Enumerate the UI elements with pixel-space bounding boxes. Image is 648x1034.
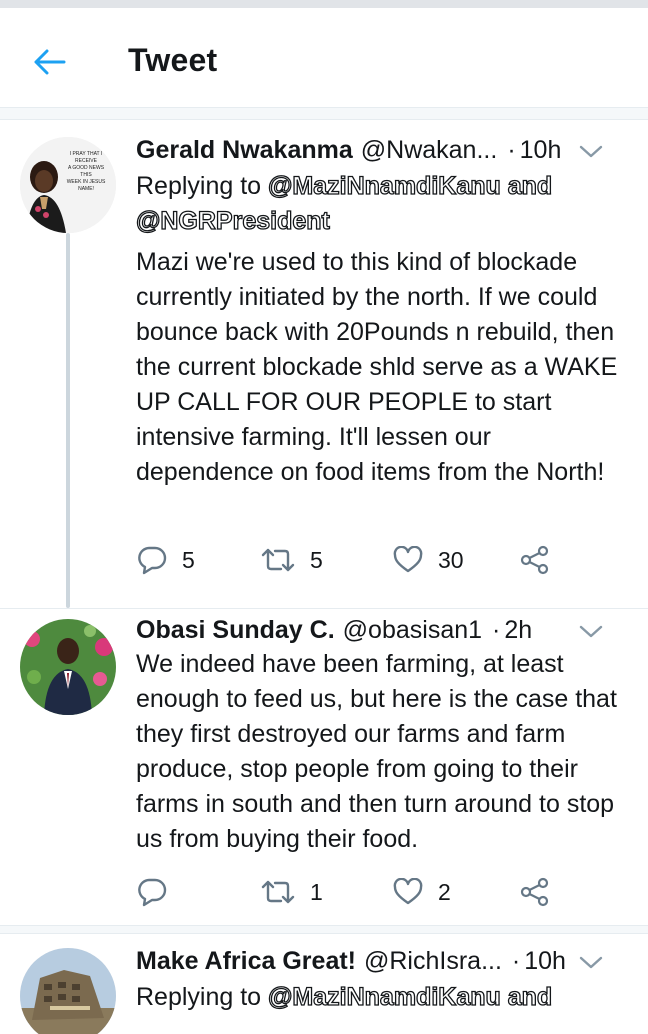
replying-to: Replying to @MaziNnamdiKanu and	[136, 980, 628, 1015]
arrow-left-icon	[34, 49, 66, 75]
mention-link[interactable]: @NGRPresident	[135, 206, 330, 235]
tweet-header: Obasi Sunday C. @obasisan1 · 2h	[136, 615, 628, 645]
avatar-caption-2: RECEIVE	[75, 158, 98, 164]
separator-dot: ·	[511, 947, 521, 975]
tweet-text: We indeed have been farming, at least en…	[136, 650, 617, 853]
avatar-caption-3: A GOOD NEWS	[68, 165, 105, 171]
chevron-down-icon[interactable]	[578, 619, 604, 641]
chevron-down-icon[interactable]	[578, 950, 604, 972]
section-gap	[0, 926, 648, 934]
retweet-icon	[260, 546, 296, 574]
mention-link[interactable]: @MaziNnamdiKanu	[267, 982, 501, 1011]
like-button[interactable]: 2	[392, 875, 451, 909]
reply-icon	[136, 877, 168, 907]
reply-icon	[136, 545, 168, 575]
avatar-caption-5: WEEK IN JESUS	[67, 179, 106, 185]
author-name[interactable]: Gerald Nwakanma	[136, 135, 353, 165]
share-icon	[520, 877, 550, 907]
and-label: and	[507, 982, 553, 1011]
heart-icon	[392, 546, 424, 574]
mention-link[interactable]: @MaziNnamdiKanu	[267, 171, 501, 200]
tweet-text: Mazi we're used to this kind of blockade…	[136, 248, 618, 486]
page-title: Tweet	[128, 42, 218, 78]
author-handle[interactable]: @RichIsra...	[364, 946, 502, 976]
and-label: and	[507, 171, 553, 200]
author-handle[interactable]: @obasisan1	[343, 615, 482, 645]
replying-to: Replying to @MaziNnamdiKanu and @NGRPres…	[135, 169, 628, 239]
tweet-header: Make Africa Great! @RichIsra... · 10h	[136, 946, 628, 976]
tweet-actions: 5 5 30	[136, 543, 586, 577]
avatar-caption-6: NAME!	[78, 186, 94, 192]
heart-icon	[392, 878, 424, 906]
back-button[interactable]	[30, 42, 70, 82]
share-button[interactable]	[520, 543, 550, 577]
avatar-caption-4: THIS	[80, 172, 92, 178]
retweet-button[interactable]: 1	[260, 875, 323, 909]
like-count: 2	[438, 878, 451, 905]
tweet-card[interactable]: Obasi Sunday C. @obasisan1 · 2h We indee…	[0, 609, 648, 925]
retweet-button[interactable]: 5	[260, 543, 323, 577]
avatar[interactable]	[20, 619, 116, 715]
like-button[interactable]: 30	[392, 543, 464, 577]
timestamp[interactable]: 10h	[520, 135, 562, 165]
separator-dot: ·	[492, 616, 501, 644]
tweet-card[interactable]: Make Africa Great! @RichIsra... · 10h Re…	[0, 934, 648, 1034]
tweet-header: Gerald Nwakanma @Nwakan... · 10h	[136, 135, 628, 165]
author-handle[interactable]: @Nwakan...	[361, 135, 498, 165]
avatar[interactable]: I PRAY THAT I RECEIVE A GOOD NEWS THIS W…	[20, 137, 116, 233]
author-name[interactable]: Obasi Sunday C.	[136, 615, 335, 645]
like-count: 30	[438, 546, 464, 573]
share-icon	[520, 545, 550, 575]
chevron-down-icon[interactable]	[578, 139, 604, 161]
top-app-bar: Tweet	[0, 8, 648, 108]
thread-line	[66, 233, 70, 608]
avatar-caption-1: I PRAY THAT I	[70, 151, 103, 157]
tweet-actions: 1 2	[136, 875, 586, 909]
share-button[interactable]	[520, 875, 550, 909]
retweet-count: 1	[310, 878, 323, 905]
replying-to-label: Replying to	[136, 172, 262, 200]
status-bar-strip	[0, 0, 648, 8]
retweet-count: 5	[310, 546, 323, 573]
separator-dot: ·	[507, 136, 516, 164]
reply-button[interactable]	[136, 875, 182, 909]
timestamp[interactable]: 2h	[504, 615, 532, 645]
reply-button[interactable]: 5	[136, 543, 195, 577]
retweet-icon	[260, 878, 296, 906]
timestamp[interactable]: 10h	[524, 946, 566, 976]
reply-count: 5	[182, 546, 195, 573]
author-name[interactable]: Make Africa Great!	[136, 946, 356, 976]
avatar[interactable]	[20, 948, 116, 1034]
replying-to-label: Replying to	[136, 983, 262, 1011]
tweet-card[interactable]: I PRAY THAT I RECEIVE A GOOD NEWS THIS W…	[0, 121, 648, 608]
section-gap	[0, 108, 648, 120]
